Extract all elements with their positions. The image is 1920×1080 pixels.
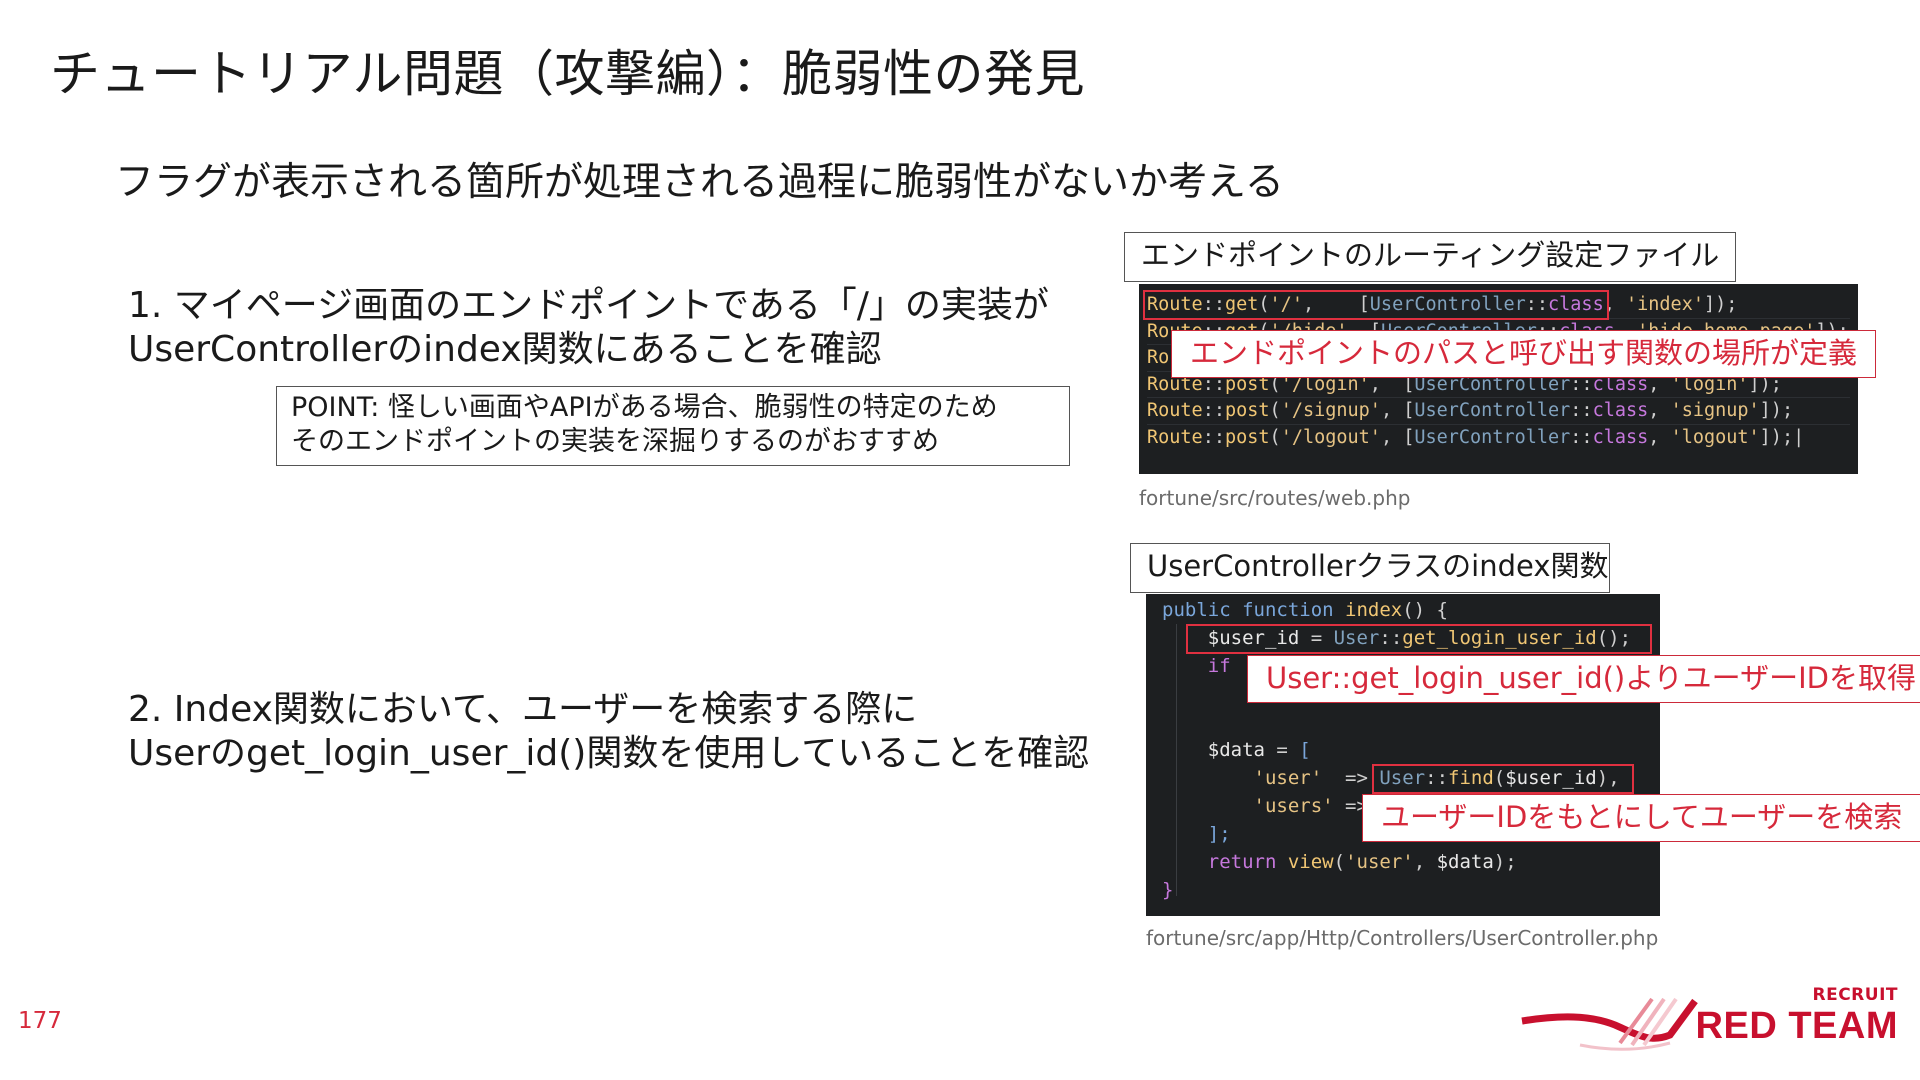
highlight-box-user-find: [1372, 764, 1634, 794]
highlight-box-get-login-user-id: [1186, 624, 1652, 654]
logo-recruit-text: RECRUIT: [1812, 985, 1898, 1005]
point-box: POINT: 怪しい画面やAPIがある場合、脆弱性の特定のため そのエンドポイン…: [276, 386, 1070, 466]
code-line: public function index() {: [1162, 599, 1448, 621]
page-number: 177: [18, 1008, 62, 1034]
controller-panel-label: UserControllerクラスのindex関数: [1130, 543, 1610, 593]
step-2-line-1: 2. Index関数において、ユーザーを検索する際に: [128, 689, 918, 730]
logo-red-team-text: RED TEAM: [1695, 1005, 1898, 1047]
controller-file-caption: fortune/src/app/Http/Controllers/UserCon…: [1146, 926, 1659, 950]
code-line: Route::post('/logout', [UserController::…: [1147, 426, 1805, 448]
routes-panel-label: エンドポイントのルーティング設定ファイル: [1124, 232, 1736, 282]
step-2-line-2: Userのget_login_user_id()関数を使用していることを確認: [128, 733, 1090, 774]
step-1: 1. マイページ画面のエンドポイントである「/」の実装が UserControl…: [128, 284, 1049, 372]
step-2: 2. Index関数において、ユーザーを検索する際に Userのget_logi…: [128, 688, 1089, 776]
slide-title: チュートリアル問題（攻撃編）：脆弱性の発見: [50, 45, 1085, 103]
slide-subtitle: フラグが表示される箇所が処理される過程に脆弱性がないか考える: [115, 160, 1284, 205]
controller-callout-get-id: User::get_login_user_id()よりユーザーIDを取得: [1247, 655, 1920, 703]
code-line: $data = [: [1207, 739, 1311, 761]
recruit-red-team-logo: RECRUIT RED TEAM: [1520, 985, 1900, 1055]
code-line: Route::post('/signup', [UserController::…: [1147, 398, 1850, 425]
code-line: return view('user', $data);: [1207, 851, 1517, 873]
controller-callout-find: ユーザーIDをもとにしてユーザーを検索: [1362, 794, 1920, 842]
point-line-2: そのエンドポイントの実装を深掘りするのがおすすめ: [291, 426, 939, 457]
controller-code-panel: public function index() { $user_id = Use…: [1146, 594, 1660, 916]
point-line-1: POINT: 怪しい画面やAPIがある場合、脆弱性の特定のため: [291, 392, 998, 423]
code-line: }: [1162, 879, 1174, 901]
step-1-line-1: 1. マイページ画面のエンドポイントである「/」の実装が: [128, 285, 1049, 326]
step-1-line-2: UserControllerのindex関数にあることを確認: [128, 329, 882, 370]
routes-callout: エンドポイントのパスと呼び出す関数の場所が定義: [1171, 330, 1877, 378]
routes-file-caption: fortune/src/routes/web.php: [1139, 486, 1411, 510]
routes-code-panel: Route::get('/', [UserController::class, …: [1139, 284, 1858, 474]
highlight-box-route-index: [1143, 290, 1609, 320]
